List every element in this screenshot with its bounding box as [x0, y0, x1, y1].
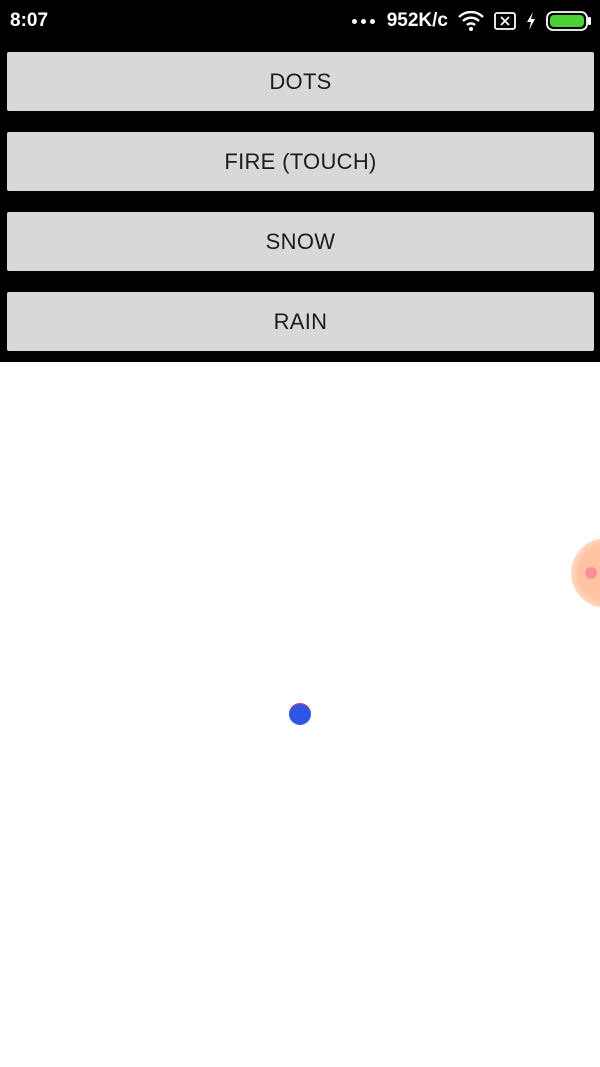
- orange-particle: [571, 538, 600, 608]
- wifi-icon: [458, 11, 484, 31]
- blue-dot-particle: [289, 703, 311, 725]
- status-icons: 952K/c: [351, 8, 592, 34]
- button-panel: DOTS FIRE (TOUCH) SNOW RAIN: [0, 42, 600, 362]
- rain-button[interactable]: RAIN: [7, 292, 594, 351]
- network-speed: 952K/c: [386, 10, 448, 31]
- battery-icon: [546, 11, 592, 31]
- charging-bolt-icon: [526, 12, 536, 30]
- dots-button[interactable]: DOTS: [7, 52, 594, 111]
- fire-touch-button[interactable]: FIRE (TOUCH): [7, 132, 594, 191]
- no-sim-icon: [494, 12, 516, 30]
- snow-button[interactable]: SNOW: [7, 212, 594, 271]
- status-bar: 8:07 952K/c: [0, 0, 600, 42]
- particle-canvas[interactable]: [0, 362, 600, 1067]
- status-time: 8:07: [10, 10, 49, 31]
- orange-particle-core: [585, 567, 597, 579]
- more-dots-icon: [351, 18, 375, 24]
